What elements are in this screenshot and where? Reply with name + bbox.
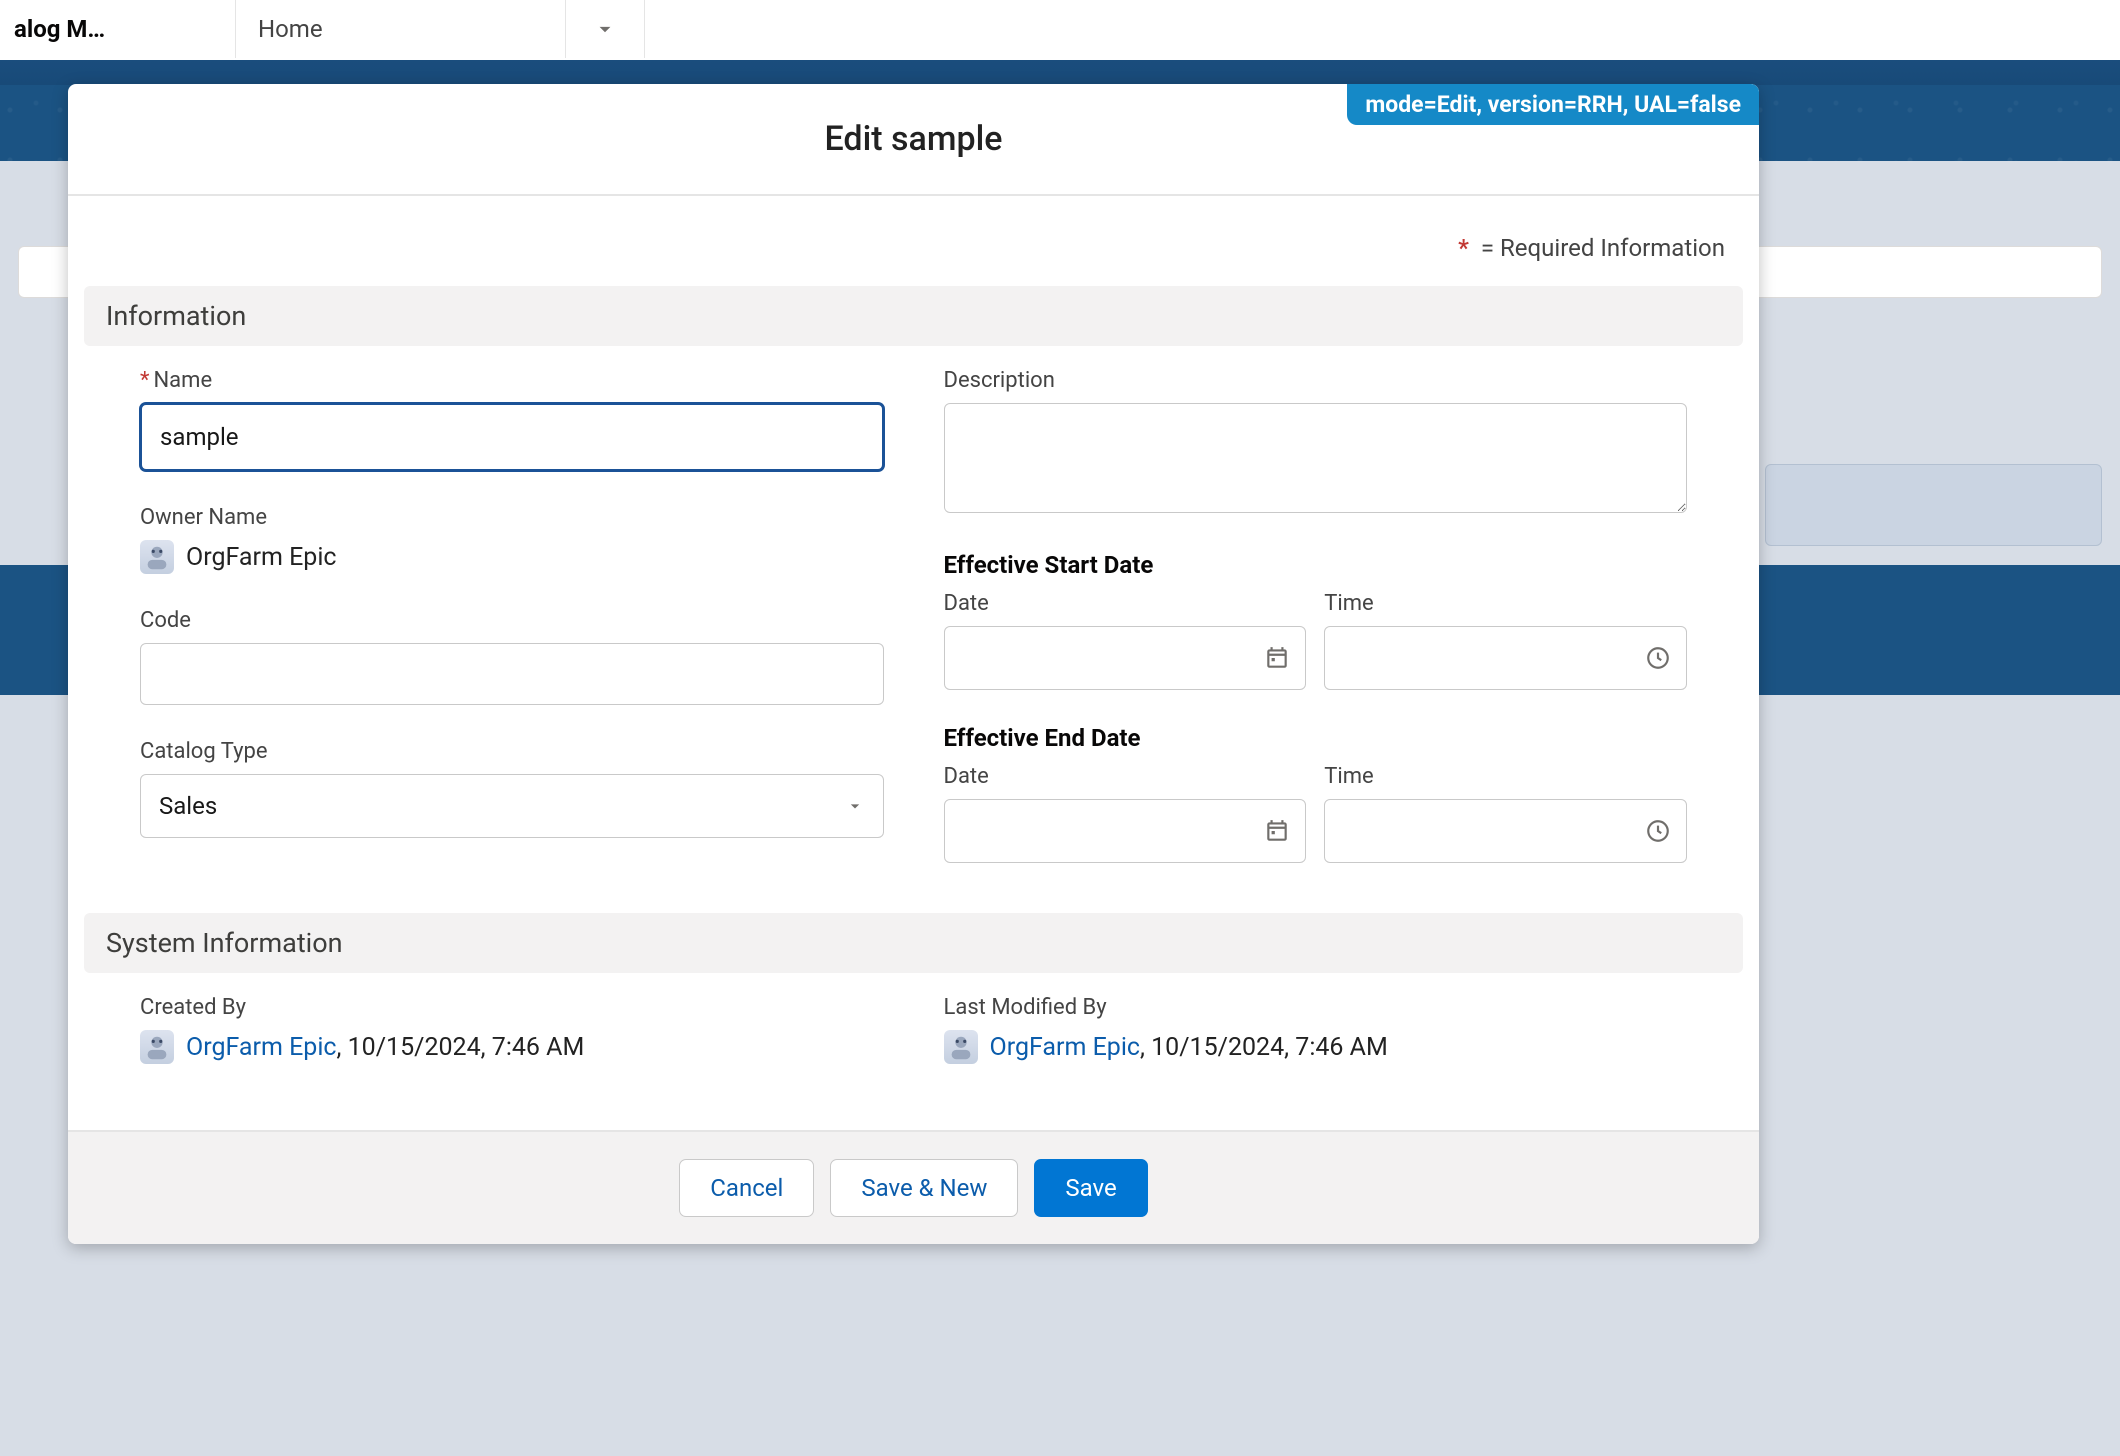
avatar-icon [140, 540, 174, 574]
field-owner-name: Owner Name OrgFarm Epic [140, 505, 884, 574]
last-modified-by-user[interactable]: OrgFarm Epic [990, 1033, 1141, 1062]
label-last-modified-by: Last Modified By [944, 995, 1688, 1020]
label-start-time: Time [1324, 591, 1687, 616]
input-start-time[interactable] [1324, 626, 1687, 690]
mode-badge: mode=Edit, version=RRH, UAL=false [1347, 84, 1759, 125]
field-effective-start: Effective Start Date Date [944, 551, 1688, 690]
save-and-new-button[interactable]: Save & New [830, 1159, 1018, 1217]
modal-body: * = Required Information Information *Na… [68, 196, 1759, 1130]
label-owner-name: Owner Name [140, 505, 884, 530]
input-end-time[interactable] [1324, 799, 1687, 863]
field-catalog-type: Catalog Type Sales [140, 739, 884, 838]
last-modified-by-timestamp: , 10/15/2024, 7:46 AM [1140, 1033, 1388, 1062]
section-system-information-title: System Information [84, 913, 1743, 973]
label-code: Code [140, 608, 884, 633]
avatar-icon [944, 1030, 978, 1064]
required-asterisk: * [1458, 234, 1469, 262]
label-effective-end: Effective End Date [944, 724, 1688, 752]
clock-icon[interactable] [1645, 818, 1671, 844]
label-description: Description [944, 368, 1688, 393]
field-last-modified-by: Last Modified By OrgFarm Epic, 10/15/202… [944, 995, 1688, 1064]
calendar-icon[interactable] [1264, 645, 1290, 671]
input-description[interactable] [944, 403, 1688, 513]
input-name[interactable] [140, 403, 884, 471]
field-name: *Name [140, 368, 884, 471]
label-end-date: Date [944, 764, 1307, 789]
section-system-information: System Information Created By OrgFarm Ep… [80, 913, 1747, 1084]
label-end-time: Time [1324, 764, 1687, 789]
input-end-date[interactable] [944, 799, 1307, 863]
field-code: Code [140, 608, 884, 705]
label-catalog-type: Catalog Type [140, 739, 884, 764]
field-effective-end: Effective End Date Date [944, 724, 1688, 863]
created-by-value: OrgFarm Epic, 10/15/2024, 7:46 AM [140, 1030, 884, 1064]
field-description: Description [944, 368, 1688, 517]
modal-footer: Cancel Save & New Save [68, 1130, 1759, 1244]
label-effective-start: Effective Start Date [944, 551, 1688, 579]
avatar-icon [140, 1030, 174, 1064]
edit-modal: Edit sample mode=Edit, version=RRH, UAL=… [68, 84, 1759, 1244]
modal-title: Edit sample [825, 119, 1003, 159]
required-note: * = Required Information [80, 220, 1747, 286]
chevron-down-icon [845, 796, 865, 816]
field-created-by: Created By OrgFarm Epic, 10/15/2024, 7:4… [140, 995, 884, 1064]
save-button[interactable]: Save [1034, 1159, 1147, 1217]
cancel-button[interactable]: Cancel [679, 1159, 814, 1217]
created-by-timestamp: , 10/15/2024, 7:46 AM [337, 1033, 585, 1062]
input-start-date[interactable] [944, 626, 1307, 690]
required-note-text: = Required Information [1475, 234, 1725, 262]
last-modified-by-value: OrgFarm Epic, 10/15/2024, 7:46 AM [944, 1030, 1688, 1064]
label-created-by: Created By [140, 995, 884, 1020]
section-information: Information *Name Owner Name [80, 286, 1747, 903]
clock-icon[interactable] [1645, 645, 1671, 671]
select-catalog-type[interactable]: Sales [140, 774, 884, 838]
label-name: *Name [140, 368, 884, 393]
section-information-title: Information [84, 286, 1743, 346]
select-catalog-type-value: Sales [159, 792, 217, 820]
input-code[interactable] [140, 643, 884, 705]
label-start-date: Date [944, 591, 1307, 616]
owner-name-text: OrgFarm Epic [186, 543, 337, 572]
modal-overlay: Edit sample mode=Edit, version=RRH, UAL=… [0, 0, 2120, 1456]
owner-name-value: OrgFarm Epic [140, 540, 884, 574]
created-by-user[interactable]: OrgFarm Epic [186, 1033, 337, 1062]
calendar-icon[interactable] [1264, 818, 1290, 844]
modal-header: Edit sample mode=Edit, version=RRH, UAL=… [68, 84, 1759, 196]
